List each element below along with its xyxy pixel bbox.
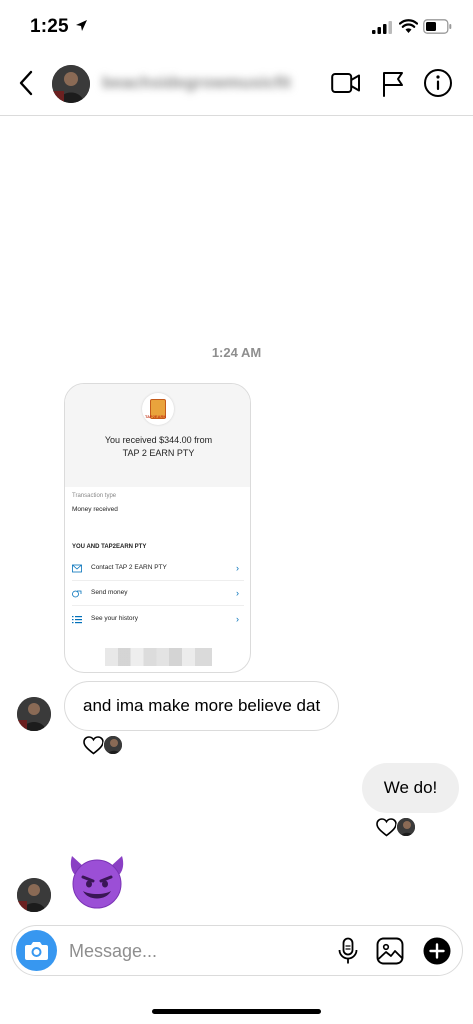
contact-name[interactable]: beachsidegrowmusicfit bbox=[102, 73, 291, 93]
flag-icon[interactable] bbox=[381, 70, 405, 98]
chevron-right-icon: › bbox=[236, 614, 239, 624]
heart-icon bbox=[376, 818, 397, 837]
incoming-message-bubble[interactable]: and ima make more believe dat bbox=[64, 681, 340, 731]
payment-summary: TAP2EARN You received $344.00 from TAP 2… bbox=[65, 384, 250, 487]
info-icon[interactable] bbox=[423, 68, 453, 98]
message-reaction[interactable] bbox=[376, 817, 420, 839]
status-time: 1:25 bbox=[30, 16, 69, 37]
send-money-icon bbox=[72, 590, 82, 598]
payment-row-send: Send money › bbox=[72, 582, 244, 606]
smiling-devil-emoji[interactable] bbox=[66, 852, 128, 910]
sender-avatar[interactable] bbox=[17, 878, 51, 912]
chevron-left-icon[interactable] bbox=[14, 68, 40, 98]
mail-icon bbox=[72, 564, 82, 573]
chat-header: beachsidegrowmusicfit bbox=[0, 54, 473, 116]
video-camera-icon[interactable] bbox=[331, 72, 361, 94]
contact-avatar[interactable] bbox=[52, 65, 90, 103]
payment-amount-text: You received $344.00 from TAP 2 EARN PTY bbox=[104, 435, 213, 458]
tap2earn-logo: TAP2EARN bbox=[142, 393, 174, 425]
chevron-right-icon: › bbox=[236, 588, 239, 598]
payment-section-title: YOU AND TAP2EARN PTY bbox=[72, 544, 147, 550]
outgoing-message-bubble[interactable]: We do! bbox=[362, 763, 459, 813]
chevron-right-icon: › bbox=[236, 563, 239, 573]
status-bar: 1:25 bbox=[0, 0, 473, 54]
home-indicator[interactable] bbox=[152, 1009, 321, 1014]
message-input[interactable] bbox=[69, 937, 319, 965]
heart-icon bbox=[83, 736, 104, 755]
reactor-avatar bbox=[103, 735, 123, 755]
transaction-type-value: Money received bbox=[72, 506, 118, 513]
message-composer bbox=[11, 925, 463, 976]
list-icon bbox=[72, 616, 82, 624]
sender-avatar[interactable] bbox=[17, 697, 51, 731]
cellular-signal-icon bbox=[372, 21, 392, 34]
plus-icon[interactable] bbox=[423, 937, 451, 965]
microphone-icon[interactable] bbox=[337, 937, 359, 965]
conversation-timestamp: 1:24 AM bbox=[211, 345, 262, 360]
reactor-avatar bbox=[396, 817, 416, 837]
payment-row-contact: Contact TAP 2 EARN PTY › bbox=[72, 557, 244, 581]
payment-row-history: See your history › bbox=[72, 608, 244, 632]
location-arrow-icon bbox=[76, 20, 87, 31]
shared-payment-image[interactable]: TAP2EARN You received $344.00 from TAP 2… bbox=[64, 383, 251, 673]
message-reaction[interactable] bbox=[83, 735, 127, 757]
battery-icon bbox=[423, 19, 452, 34]
redacted-area bbox=[105, 648, 212, 666]
wifi-icon bbox=[399, 19, 418, 33]
camera-icon[interactable] bbox=[16, 930, 57, 971]
transaction-type-label: Transaction type bbox=[72, 493, 117, 499]
gallery-icon[interactable] bbox=[376, 937, 404, 965]
